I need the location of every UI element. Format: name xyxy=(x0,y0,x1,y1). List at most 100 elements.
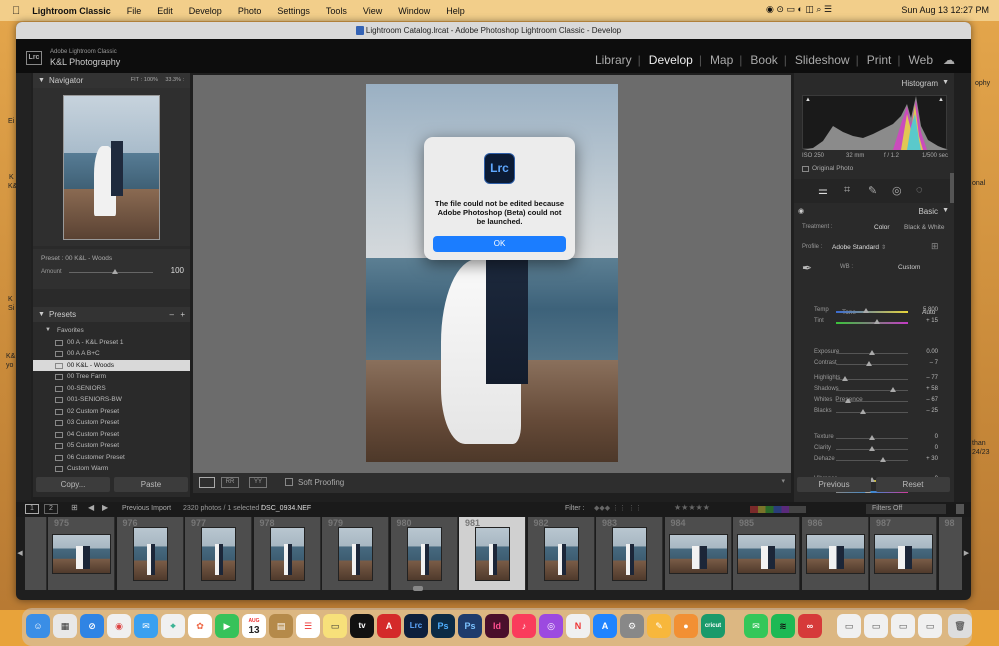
filename[interactable]: DSC_0934.NEF xyxy=(261,505,311,512)
slider-value[interactable]: – 67 xyxy=(926,397,938,403)
menu-settings[interactable]: Settings xyxy=(277,6,310,16)
slider-knob[interactable] xyxy=(862,308,869,313)
highlight-clipping-icon[interactable]: ▲ xyxy=(938,97,944,103)
histogram-header[interactable]: Histogram ▼ xyxy=(794,77,954,89)
slider-knob[interactable] xyxy=(869,435,875,440)
filmstrip-thumb[interactable]: 978 xyxy=(253,517,321,590)
forward-arrow-icon[interactable]: ▶ xyxy=(102,503,108,512)
preset-group-favorites[interactable]: ▼ Favorites xyxy=(33,325,190,337)
mail-icon[interactable]: ✉ xyxy=(134,614,158,638)
chrome-icon[interactable]: ◉ xyxy=(107,614,131,638)
preset-item[interactable]: Custom Warm xyxy=(33,463,190,475)
documents-stack-icon[interactable]: ▭ xyxy=(864,614,888,638)
star-filter-icons[interactable]: ★★★★★ xyxy=(674,503,710,512)
desktop-label[interactable]: 24/23 xyxy=(972,449,990,456)
preset-item[interactable]: 00 K&L - Woods xyxy=(33,359,190,371)
slider-value[interactable]: 5,800 xyxy=(923,307,938,313)
zoom-100[interactable]: 100% xyxy=(144,73,158,88)
reset-button[interactable]: Reset xyxy=(876,477,950,492)
safari-icon[interactable]: ⊘ xyxy=(80,614,104,638)
edit-sliders-icon[interactable]: ⚌ xyxy=(818,184,828,197)
slider-value[interactable]: – 25 xyxy=(926,408,938,414)
maps-icon[interactable]: ⌖ xyxy=(161,614,185,638)
treatment-bw[interactable]: Black & White xyxy=(904,224,944,231)
preset-item[interactable]: 05 Custom Preset xyxy=(33,440,190,452)
preset-item[interactable]: 001-SENIORS-BW xyxy=(33,394,190,406)
copy-button[interactable]: Copy... xyxy=(36,477,110,492)
slider-row[interactable]: Clarity 0 xyxy=(794,444,954,455)
module-web[interactable]: Web xyxy=(909,53,933,67)
desktop-label[interactable]: onal xyxy=(972,180,985,187)
desktop-label[interactable]: yo xyxy=(6,362,13,369)
zoom-33[interactable]: 33.3% : xyxy=(165,73,184,88)
slider-value[interactable]: 0 xyxy=(935,434,938,440)
photos-icon[interactable]: ✿ xyxy=(188,614,212,638)
preset-item[interactable]: 06 Customer Preset xyxy=(33,452,190,464)
filmstrip-scroll-thumb[interactable] xyxy=(413,586,423,591)
filmstrip-thumb[interactable]: 979 xyxy=(322,517,389,590)
filmstrip-thumb[interactable]: 983 xyxy=(596,517,663,590)
cricut-icon[interactable]: cricut xyxy=(701,614,725,638)
shadow-clipping-icon[interactable]: ▲ xyxy=(805,97,811,103)
news-icon[interactable]: N xyxy=(566,614,590,638)
treatment-color[interactable]: Color xyxy=(874,224,890,231)
launchpad-icon[interactable]: ▦ xyxy=(53,614,77,638)
lightroom-classic-icon[interactable]: Lrc xyxy=(404,614,428,638)
slider-knob[interactable] xyxy=(866,361,873,366)
music-icon[interactable]: ♪ xyxy=(512,614,536,638)
remove-preset-button[interactable]: – xyxy=(170,307,174,322)
notes-icon[interactable]: ▭ xyxy=(323,614,347,638)
preset-item[interactable]: 00 A A B+C xyxy=(33,348,190,360)
menu-window[interactable]: Window xyxy=(398,6,430,16)
slider-row[interactable]: Dehaze + 30 xyxy=(794,455,954,466)
navigator-header[interactable]: ▼ Navigator FIT : 100% 33.3% : xyxy=(33,73,190,88)
photoshop-beta-icon[interactable]: Ps xyxy=(458,614,482,638)
basic-header[interactable]: ◉ Basic ▼ xyxy=(794,206,954,218)
profile-browser-icon[interactable]: ⊞ xyxy=(931,241,939,252)
slider-value[interactable]: 0.00 xyxy=(926,349,938,355)
before-after-split-icon[interactable]: YY xyxy=(249,477,267,488)
module-print[interactable]: Print xyxy=(867,53,892,67)
original-photo-checkbox[interactable] xyxy=(802,166,809,172)
slider-track[interactable] xyxy=(836,412,908,413)
filmstrip-left-arrow-icon[interactable]: ◀ xyxy=(16,517,24,590)
slider-row[interactable]: Highlights – 77 xyxy=(794,374,954,385)
grid-icon[interactable]: ⊞ xyxy=(71,503,78,512)
secondary-window-button[interactable]: 2 xyxy=(44,504,58,514)
slider-track[interactable] xyxy=(836,311,908,313)
filter-lock-icon[interactable] xyxy=(956,504,964,514)
acrobat-icon[interactable]: A xyxy=(377,614,401,638)
reminders-icon[interactable]: ☰ xyxy=(296,614,320,638)
before-after-icon[interactable]: RR xyxy=(221,477,239,488)
visibility-eye-icon[interactable]: ◉ xyxy=(798,207,804,215)
slider-row[interactable]: Exposure 0.00 xyxy=(794,348,954,359)
slider-knob[interactable] xyxy=(879,457,886,462)
status-icons[interactable]: ◉ ⊙ ▭ ◐ ◫ ⌕ ☰ xyxy=(766,4,832,15)
menu-help[interactable]: Help xyxy=(446,6,465,16)
menu-file[interactable]: File xyxy=(127,6,142,16)
cloud-icon[interactable]: ☁ xyxy=(943,53,955,67)
preset-item[interactable]: 00-SENIORS xyxy=(33,383,190,395)
filmstrip-thumb[interactable]: 985 xyxy=(733,517,800,590)
slider-knob[interactable] xyxy=(869,446,875,451)
filmstrip-thumb[interactable]: 975 xyxy=(48,517,115,590)
facetime-icon[interactable]: ▶ xyxy=(215,614,239,638)
menu-view[interactable]: View xyxy=(363,6,382,16)
menu-app-name[interactable]: Lightroom Classic xyxy=(32,6,111,16)
toolbar-menu-icon[interactable]: ▾ xyxy=(781,477,785,485)
collapse-triangle-icon[interactable]: ▼ xyxy=(942,79,949,86)
filmstrip-thumb[interactable]: 987 xyxy=(870,517,937,590)
left-panel-edge[interactable] xyxy=(16,73,31,500)
zoom-fit[interactable]: FIT : xyxy=(131,73,142,88)
module-library[interactable]: Library xyxy=(595,53,632,67)
desktop-label[interactable]: than xyxy=(972,440,986,447)
calendar-icon[interactable]: AUG 13 xyxy=(242,614,266,638)
slider-row[interactable]: Contrast – 7 xyxy=(794,359,954,370)
messages-icon[interactable]: ✉ xyxy=(744,614,768,638)
amount-slider-knob[interactable] xyxy=(112,269,119,274)
back-arrow-icon[interactable]: ◀ xyxy=(88,503,94,512)
module-book[interactable]: Book xyxy=(750,53,777,67)
app-icon[interactable]: ● xyxy=(674,614,698,638)
apple-icon[interactable]:  xyxy=(12,5,20,17)
appletv-icon[interactable]: tv xyxy=(350,614,374,638)
